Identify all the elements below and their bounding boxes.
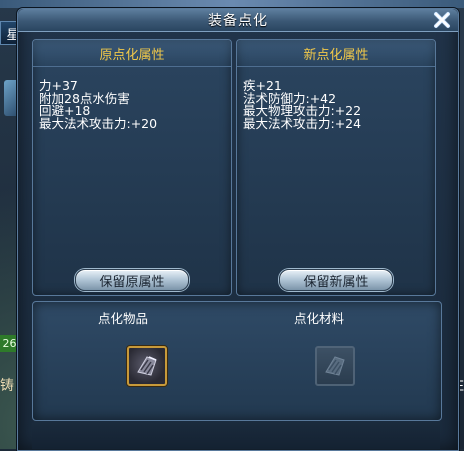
new-attributes-title: 新点化属性 bbox=[303, 47, 369, 63]
enhance-material-slot[interactable] bbox=[315, 346, 355, 386]
keep-new-label: 保留新属性 bbox=[303, 274, 369, 290]
original-attributes-title: 原点化属性 bbox=[99, 47, 165, 63]
new-attributes-panel: 新点化属性 疾+21 法术防御力:+42 最大物理攻击力:+22 最大法术攻击力… bbox=[236, 39, 436, 296]
gauntlet-icon bbox=[137, 356, 157, 376]
original-attribute-list: 力+37 附加28点水伤害 回避+18 最大法术攻击力:+20 bbox=[33, 67, 231, 130]
window-title: 装备点化 bbox=[208, 13, 268, 29]
enhance-slots-section: 点化物品 点化材料 bbox=[32, 301, 442, 421]
new-attributes-header: 新点化属性 bbox=[237, 40, 435, 67]
equipment-enhance-window: 装备点化 原点化属性 力+37 附加28点水伤害 回避+18 最大法术攻击力:+… bbox=[17, 8, 459, 451]
close-x-icon bbox=[434, 12, 450, 28]
attribute-line: 最大法术攻击力:+24 bbox=[243, 115, 362, 131]
keep-new-button[interactable]: 保留新属性 bbox=[279, 269, 393, 291]
enhance-material-label: 点化材料 bbox=[293, 311, 344, 326]
original-attributes-header: 原点化属性 bbox=[33, 40, 231, 67]
keep-original-button[interactable]: 保留原属性 bbox=[75, 269, 189, 291]
keep-original-label: 保留原属性 bbox=[99, 274, 165, 290]
close-button[interactable] bbox=[430, 9, 454, 31]
new-attribute-list: 疾+21 法术防御力:+42 最大物理攻击力:+22 最大法术攻击力:+24 bbox=[237, 67, 435, 130]
original-attributes-panel: 原点化属性 力+37 附加28点水伤害 回避+18 最大法术攻击力:+20 保留… bbox=[32, 39, 232, 296]
window-title-bar[interactable]: 装备点化 bbox=[18, 9, 458, 32]
game-top-bar bbox=[0, 0, 464, 8]
attribute-line: 最大法术攻击力:+20 bbox=[39, 115, 158, 131]
enhance-item-slot[interactable] bbox=[127, 346, 167, 386]
window-bottom-strip bbox=[32, 423, 440, 449]
enhance-item-label: 点化物品 bbox=[97, 311, 148, 326]
gauntlet-icon bbox=[325, 356, 345, 376]
